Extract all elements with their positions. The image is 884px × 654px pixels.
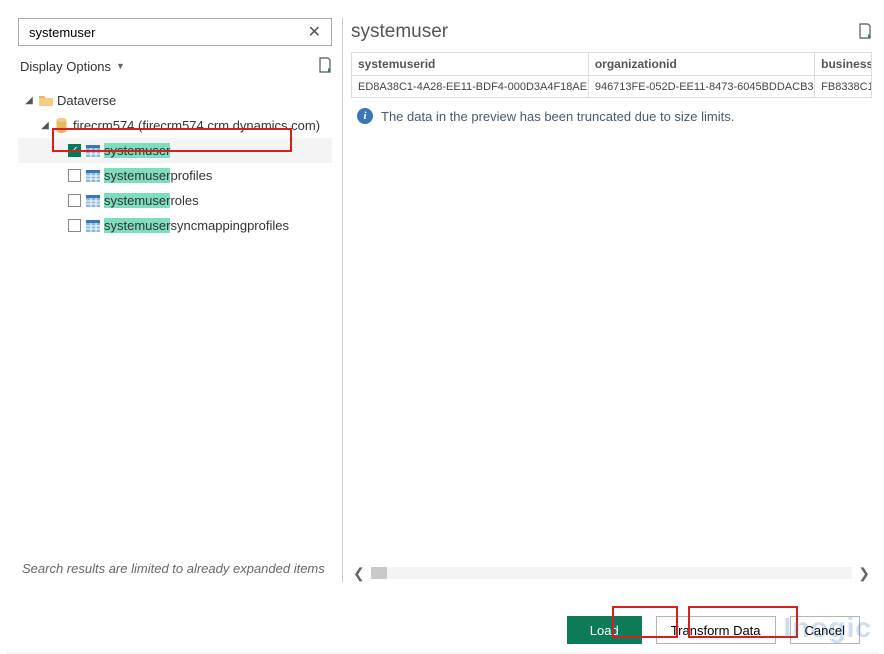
- folder-icon: [38, 94, 53, 107]
- scroll-thumb[interactable]: [371, 567, 387, 579]
- checkbox-icon[interactable]: [68, 219, 81, 232]
- truncation-notice: i The data in the preview has been trunc…: [351, 98, 872, 124]
- dialog-buttons: Load Transform Data Cancel: [0, 616, 884, 644]
- scroll-right-icon[interactable]: ❯: [858, 565, 870, 582]
- navigator-panel: ✕ Display Options ▼ ◢ Dataverse ◢: [18, 18, 338, 582]
- preview-title: systemuser: [351, 21, 448, 43]
- table-icon: [85, 219, 100, 232]
- column-header[interactable]: businessu: [815, 53, 872, 76]
- tree-item-label: systemuserroles: [104, 193, 199, 208]
- tree-label: Dataverse: [57, 93, 116, 108]
- load-button[interactable]: Load: [567, 616, 642, 644]
- checkbox-icon[interactable]: [68, 194, 81, 207]
- table-cell: 946713FE-052D-EE11-8473-6045BDDACB35: [588, 76, 814, 98]
- column-header[interactable]: organizationid: [588, 53, 814, 76]
- tree-connection[interactable]: ◢ firecrm574 (firecrm574.crm.dynamics.co…: [18, 113, 332, 138]
- search-scope-note: Search results are limited to already ex…: [18, 557, 332, 582]
- tree-item-systemuser[interactable]: ✓ systemuser: [18, 138, 332, 163]
- tree-item-systemuserroles[interactable]: systemuserroles: [18, 188, 332, 213]
- info-text: The data in the preview has been truncat…: [381, 109, 734, 124]
- tree-item-systemuserprofiles[interactable]: systemuserprofiles: [18, 163, 332, 188]
- cancel-button[interactable]: Cancel: [790, 616, 860, 644]
- preview-panel: systemuser systemuserid organizationid b…: [351, 18, 872, 582]
- checkbox-checked-icon[interactable]: ✓: [68, 144, 81, 157]
- chevron-down-icon: ▼: [116, 61, 125, 71]
- table-cell: FB8338C1: [815, 76, 872, 98]
- horizontal-scrollbar[interactable]: ❮ ❯: [351, 564, 872, 582]
- table-icon: [85, 144, 100, 157]
- tree-item-systemusersyncmappingprofiles[interactable]: systemusersyncmappingprofiles: [18, 213, 332, 238]
- info-icon: i: [357, 108, 373, 124]
- collapse-icon: ◢: [40, 120, 50, 131]
- navigator-tree: ◢ Dataverse ◢ firecrm574 (firecrm574.crm…: [18, 84, 332, 238]
- checkbox-icon[interactable]: [68, 169, 81, 182]
- refresh-preview-icon[interactable]: [858, 23, 872, 42]
- table-header-row: systemuserid organizationid businessu: [352, 53, 872, 76]
- tree-item-label: systemuser: [104, 143, 170, 158]
- search-box: ✕: [18, 18, 332, 46]
- transform-data-button[interactable]: Transform Data: [656, 616, 776, 644]
- preview-table: systemuserid organizationid businessu ED…: [351, 52, 872, 98]
- refresh-icon[interactable]: [318, 57, 332, 76]
- tree-item-label: systemuserprofiles: [104, 168, 212, 183]
- tree-root-dataverse[interactable]: ◢ Dataverse: [18, 88, 332, 113]
- display-options-label: Display Options: [20, 59, 111, 74]
- search-input[interactable]: [27, 24, 302, 41]
- collapse-icon: ◢: [24, 95, 34, 106]
- database-icon: [54, 119, 69, 132]
- table-icon: [85, 194, 100, 207]
- table-cell: ED8A38C1-4A28-EE11-BDF4-000D3A4F18AE: [352, 76, 589, 98]
- scroll-track[interactable]: [371, 567, 853, 579]
- tree-label: firecrm574 (firecrm574.crm.dynamics.com): [73, 118, 320, 133]
- scroll-left-icon[interactable]: ❮: [353, 565, 365, 582]
- panel-divider: [342, 18, 343, 582]
- clear-search-icon[interactable]: ✕: [302, 20, 327, 44]
- table-row[interactable]: ED8A38C1-4A28-EE11-BDF4-000D3A4F18AE 946…: [352, 76, 872, 98]
- display-options-button[interactable]: Display Options ▼: [20, 59, 125, 74]
- tree-item-label: systemusersyncmappingprofiles: [104, 218, 289, 233]
- column-header[interactable]: systemuserid: [352, 53, 589, 76]
- table-icon: [85, 169, 100, 182]
